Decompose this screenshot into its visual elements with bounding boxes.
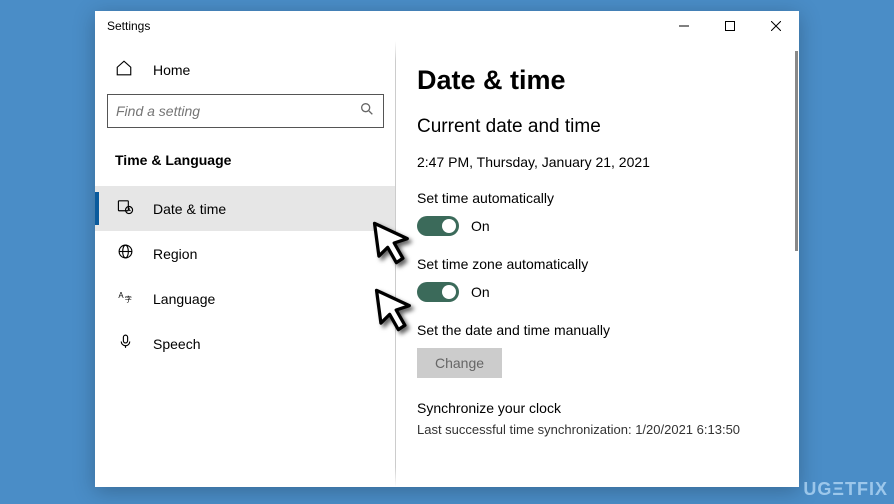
language-icon: A字 — [115, 288, 135, 309]
search-icon — [359, 101, 375, 122]
section-heading: Current date and time — [417, 116, 799, 138]
maximize-button[interactable] — [707, 11, 753, 41]
scrollbar[interactable] — [795, 51, 798, 251]
search-input[interactable] — [116, 103, 359, 119]
sidebar-item-language[interactable]: A字 Language — [95, 276, 396, 321]
titlebar: Settings — [95, 11, 799, 41]
set-tz-auto-state: On — [471, 284, 490, 300]
sidebar-item-label: Region — [153, 246, 197, 262]
section-label: Time & Language — [95, 142, 396, 186]
search-box[interactable] — [107, 94, 384, 128]
set-tz-auto-toggle[interactable] — [417, 282, 459, 302]
set-time-auto-label: Set time automatically — [417, 190, 799, 206]
globe-icon — [115, 243, 135, 264]
sidebar-item-label: Language — [153, 291, 215, 307]
svg-text:字: 字 — [124, 294, 131, 303]
current-datetime: 2:47 PM, Thursday, January 21, 2021 — [417, 154, 799, 170]
set-manual-label: Set the date and time manually — [417, 322, 799, 338]
svg-text:A: A — [118, 291, 124, 300]
sidebar: Home Time & Language Date & time — [95, 41, 397, 487]
window-controls — [661, 11, 799, 41]
calendar-clock-icon — [115, 198, 135, 219]
window-title: Settings — [107, 19, 150, 33]
set-time-auto-state: On — [471, 218, 490, 234]
home-nav[interactable]: Home — [95, 49, 396, 94]
settings-window: Settings Home — [95, 11, 799, 487]
main-panel: Date & time Current date and time 2:47 P… — [397, 41, 799, 487]
sync-status: Last successful time synchronization: 1/… — [417, 422, 799, 437]
sidebar-item-label: Date & time — [153, 201, 226, 217]
watermark: UGΞTFIX — [803, 479, 888, 500]
sync-heading: Synchronize your clock — [417, 400, 799, 416]
home-icon — [115, 59, 135, 80]
page-title: Date & time — [417, 65, 799, 96]
sidebar-item-date-time[interactable]: Date & time — [95, 186, 396, 231]
sidebar-item-region[interactable]: Region — [95, 231, 396, 276]
home-label: Home — [153, 62, 190, 78]
minimize-button[interactable] — [661, 11, 707, 41]
sidebar-item-speech[interactable]: Speech — [95, 321, 396, 366]
sidebar-item-label: Speech — [153, 336, 200, 352]
set-time-auto-toggle[interactable] — [417, 216, 459, 236]
microphone-icon — [115, 333, 135, 354]
set-tz-auto-label: Set time zone automatically — [417, 256, 799, 272]
close-button[interactable] — [753, 11, 799, 41]
change-button[interactable]: Change — [417, 348, 502, 378]
